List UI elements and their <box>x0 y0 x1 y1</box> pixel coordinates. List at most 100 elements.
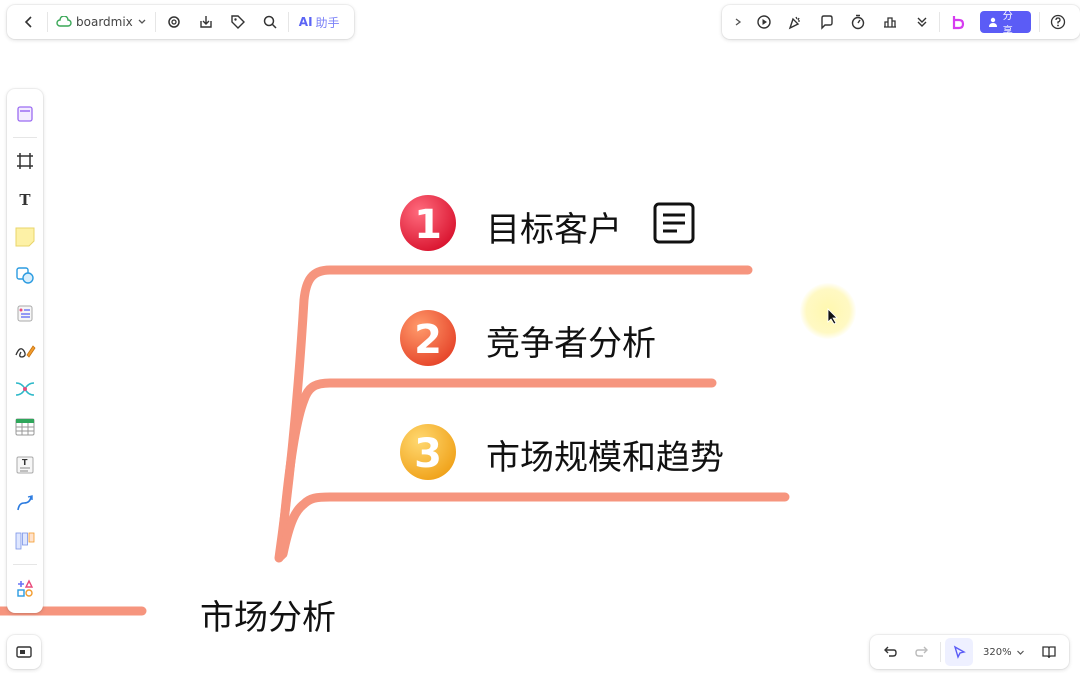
divider <box>154 12 156 32</box>
redo-button[interactable] <box>906 636 938 668</box>
kanban-tool[interactable] <box>7 522 43 560</box>
apps-icon <box>17 579 34 597</box>
divider <box>940 642 941 662</box>
share-label: 分享 <box>1002 11 1013 37</box>
undo-button[interactable] <box>874 636 906 668</box>
chevron-down-icon <box>138 19 146 24</box>
divider <box>47 12 48 32</box>
back-button[interactable] <box>13 6 45 38</box>
podium-icon <box>883 17 896 28</box>
undo-icon <box>884 646 897 657</box>
present-button[interactable] <box>748 6 780 38</box>
branch-label-3[interactable]: 市场规模和趋势 <box>486 430 724 479</box>
doc-tool[interactable]: T <box>7 446 43 484</box>
sticky-note-icon <box>15 227 35 247</box>
comment-icon <box>821 15 833 30</box>
pointer-icon <box>953 645 966 659</box>
download-icon <box>200 16 212 28</box>
svg-text:T: T <box>19 191 31 209</box>
template-tool[interactable] <box>7 95 43 133</box>
help-button[interactable] <box>1042 6 1074 38</box>
view-mode-button[interactable] <box>1033 636 1065 668</box>
boardmix-logo-icon <box>952 16 965 30</box>
minimap-icon <box>16 646 32 658</box>
badge-1: 1 <box>400 195 456 251</box>
settings-button[interactable] <box>158 6 190 38</box>
chevron-right-icon <box>735 18 741 26</box>
sticky-note-tool[interactable] <box>7 218 43 256</box>
left-toolbar: T T <box>7 89 43 613</box>
ai-label: AI <box>298 15 313 29</box>
connector-tool[interactable] <box>7 484 43 522</box>
template-icon <box>17 106 33 122</box>
cloud-icon <box>56 16 72 27</box>
chevron-down-icon <box>1016 650 1024 655</box>
pen-tool[interactable] <box>7 332 43 370</box>
zoom-level: 320% <box>983 646 1012 658</box>
comment-button[interactable] <box>811 6 843 38</box>
branch-label-1[interactable]: 目标客户 <box>486 202 622 251</box>
select-tool-button[interactable] <box>945 638 973 666</box>
timer-button[interactable] <box>843 6 875 38</box>
list-card-icon <box>17 305 33 322</box>
table-icon <box>15 418 35 436</box>
kanban-icon <box>15 532 35 550</box>
zoom-control[interactable]: 320% <box>975 647 1033 658</box>
svg-text:T: T <box>22 458 28 467</box>
bottom-right-panel: 320% <box>870 635 1069 669</box>
minimap-button[interactable] <box>8 636 40 668</box>
celebrate-button[interactable] <box>779 6 811 38</box>
cursor-highlight <box>800 283 856 339</box>
collapse-button[interactable] <box>728 6 748 38</box>
badge-1-number: 1 <box>414 202 442 248</box>
vote-button[interactable] <box>874 6 906 38</box>
more-apps-tool[interactable] <box>7 569 43 607</box>
divider <box>13 137 37 138</box>
top-right-toolbar: 分享 <box>722 5 1080 39</box>
chevron-left-icon <box>24 16 32 28</box>
mindmap-tool[interactable] <box>7 370 43 408</box>
branch-line-3 <box>278 492 790 559</box>
gear-icon <box>168 16 180 28</box>
badge-2-number: 2 <box>414 317 442 363</box>
bottom-left-panel <box>7 635 41 669</box>
frame-tool[interactable] <box>7 142 43 180</box>
document-icon: T <box>16 456 34 474</box>
divider <box>287 12 289 32</box>
branch-label-2[interactable]: 竞争者分析 <box>486 316 656 365</box>
pen-icon <box>15 345 36 358</box>
root-node-label[interactable]: 市场分析 <box>200 590 336 639</box>
badge-2: 2 <box>400 310 456 366</box>
ai-assistant-button[interactable]: AI 助手 <box>291 14 348 31</box>
search-icon <box>263 15 277 29</box>
help-icon <box>1051 14 1066 30</box>
double-chevron-down-icon <box>917 17 927 27</box>
list-tool[interactable] <box>7 294 43 332</box>
redo-icon <box>915 646 928 657</box>
top-left-toolbar: boardmix AI 助手 <box>7 5 354 39</box>
branch-line-1 <box>274 265 753 563</box>
boardmix-logo-button[interactable] <box>942 6 974 38</box>
more-tools-button[interactable] <box>906 6 938 38</box>
ai-sub-label: 助手 <box>315 15 340 30</box>
shape-tool[interactable] <box>7 256 43 294</box>
table-tool[interactable] <box>7 408 43 446</box>
board-menu-button[interactable]: boardmix <box>50 15 153 29</box>
user-add-icon <box>988 17 997 27</box>
tag-icon <box>231 15 245 29</box>
badge-3: 3 <box>400 424 456 480</box>
text-icon: T <box>19 191 31 209</box>
play-icon <box>756 15 771 29</box>
divider <box>1039 12 1041 32</box>
note-icon[interactable] <box>653 202 695 244</box>
connector-icon <box>17 495 33 511</box>
party-icon <box>788 16 801 30</box>
search-button[interactable] <box>254 6 286 38</box>
text-tool[interactable]: T <box>7 180 43 218</box>
tag-button[interactable] <box>222 6 254 38</box>
badge-3-number: 3 <box>414 431 442 477</box>
share-button[interactable]: 分享 <box>979 11 1032 37</box>
divider <box>939 12 941 32</box>
export-button[interactable] <box>190 6 222 38</box>
mouse-cursor-icon <box>827 308 838 325</box>
